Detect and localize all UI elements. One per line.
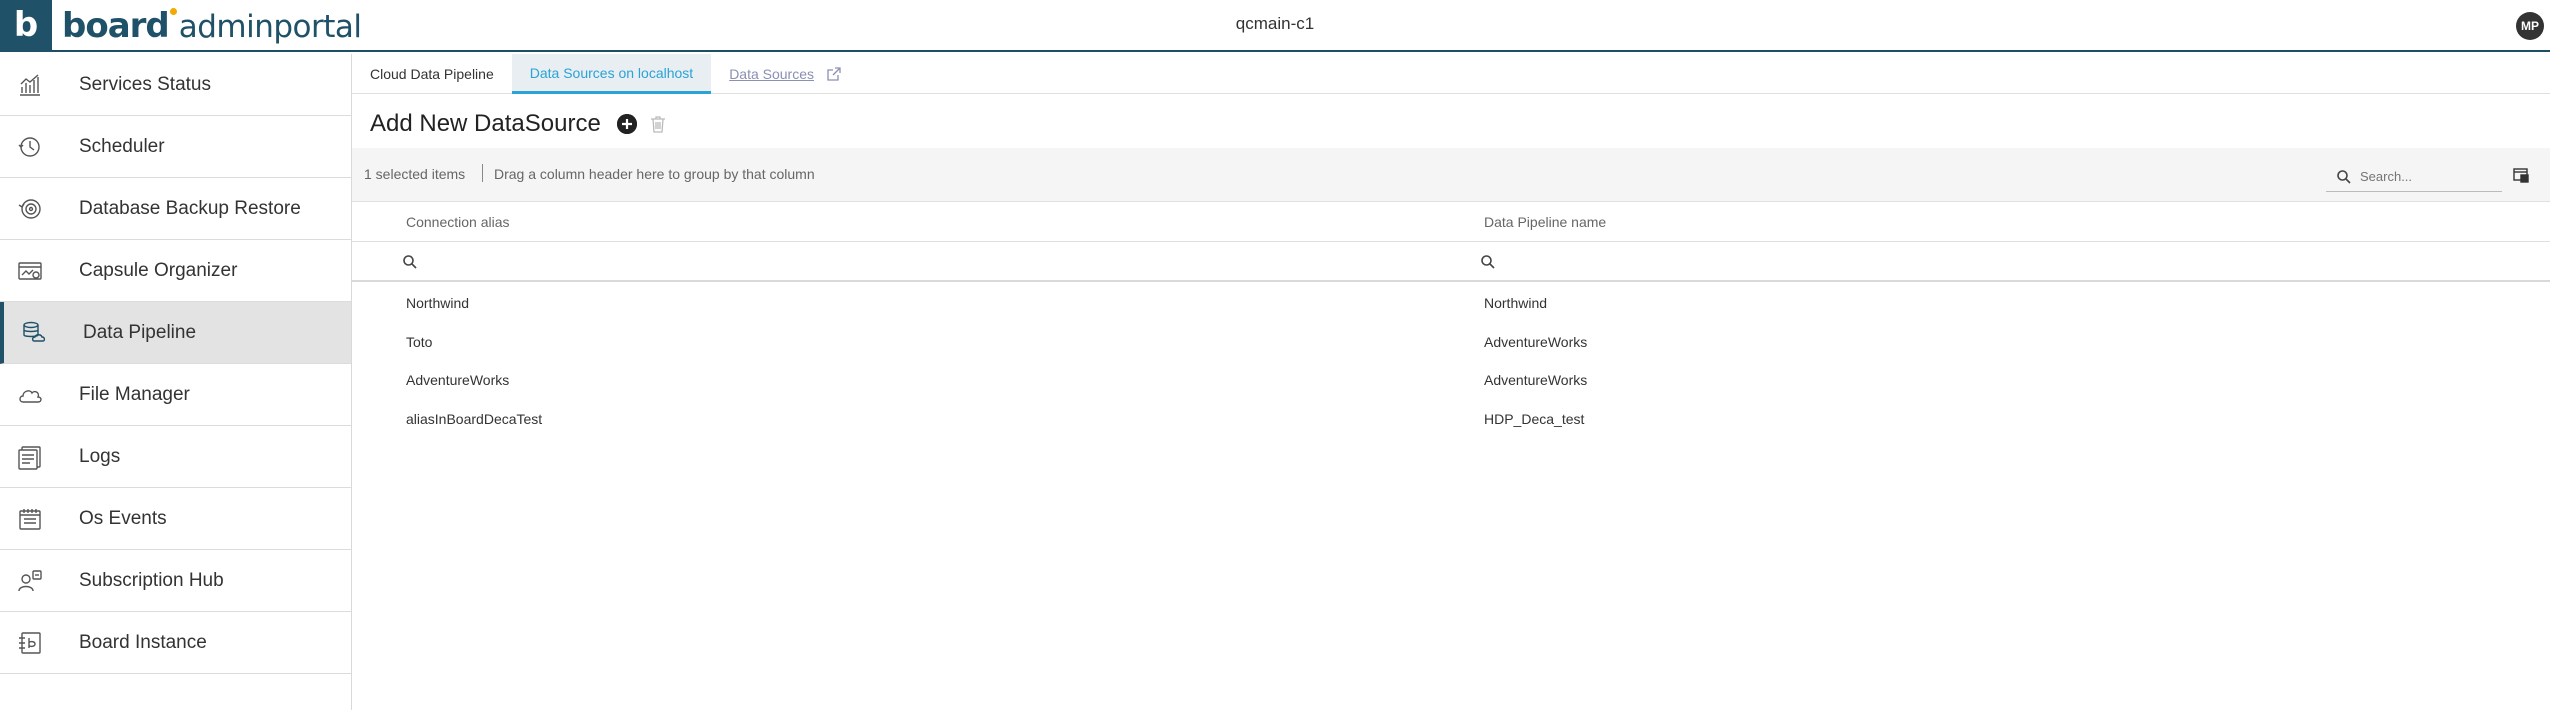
board-logo-icon[interactable]: b bbox=[0, 0, 52, 52]
table-row[interactable]: AdventureWorks AdventureWorks bbox=[352, 361, 2550, 400]
search-icon bbox=[2337, 169, 2351, 184]
grid-search bbox=[2326, 162, 2502, 192]
sidebar-item-data-pipeline[interactable]: Data Pipeline bbox=[0, 302, 351, 364]
delete-button[interactable] bbox=[649, 114, 667, 134]
cell-connection-alias: Northwind bbox=[406, 295, 470, 311]
divider bbox=[482, 164, 483, 182]
brand-logo[interactable]: board adminportal bbox=[62, 6, 362, 46]
cell-data-pipeline-name: HDP_Deca_test bbox=[1484, 410, 1585, 427]
column-chooser-icon bbox=[2513, 168, 2529, 183]
table-row[interactable]: Northwind Northwind bbox=[352, 284, 2550, 323]
clock-icon bbox=[16, 133, 44, 161]
selected-count: 1 selected items bbox=[364, 166, 466, 182]
column-header-row: Connection alias Data Pipeline name bbox=[352, 202, 2550, 242]
sidebar-item-capsule-organizer[interactable]: Capsule Organizer bbox=[0, 240, 351, 302]
filter-input-connection-alias[interactable] bbox=[424, 254, 1324, 270]
cell-connection-alias: AdventureWorks bbox=[406, 372, 510, 388]
plus-icon bbox=[616, 114, 637, 134]
tab-data-sources-localhost[interactable]: Data Sources on localhost bbox=[511, 54, 712, 94]
column-chooser-button[interactable] bbox=[2512, 166, 2530, 184]
brand-dot-icon bbox=[169, 8, 177, 15]
sidebar-item-logs[interactable]: Logs bbox=[0, 426, 351, 488]
sidebar-item-services-status[interactable]: Services Status bbox=[0, 54, 351, 116]
column-header-data-pipeline-name[interactable]: Data Pipeline name bbox=[1484, 214, 1606, 230]
sidebar-item-subscription-hub[interactable]: Subscription Hub bbox=[0, 550, 351, 612]
cell-data-pipeline-name: AdventureWorks bbox=[1484, 333, 1588, 350]
filter-row bbox=[352, 242, 2550, 282]
main-content: Cloud Data Pipeline Data Sources on loca… bbox=[352, 54, 2550, 710]
tab-data-sources-external[interactable]: Data Sources bbox=[711, 54, 860, 94]
search-input[interactable] bbox=[2360, 169, 2500, 184]
cell-connection-alias: aliasInBoardDecaTest bbox=[406, 410, 543, 427]
add-datasource-button[interactable] bbox=[616, 114, 637, 134]
grid-rows: Northwind Northwind Toto AdventureWorks … bbox=[352, 284, 2550, 438]
external-link-icon bbox=[827, 67, 841, 81]
group-panel: 1 selected items Drag a column header he… bbox=[352, 148, 2550, 202]
tab-cloud-data-pipeline[interactable]: Cloud Data Pipeline bbox=[352, 54, 512, 94]
cell-connection-alias: Toto bbox=[406, 333, 433, 350]
trash-icon bbox=[650, 116, 665, 133]
brand-light: adminportal bbox=[178, 9, 362, 45]
sidebar-item-board-instance[interactable]: Board Instance bbox=[0, 612, 351, 674]
sidebar-item-scheduler[interactable]: Scheduler bbox=[0, 116, 351, 178]
capsule-icon bbox=[16, 257, 44, 285]
group-hint: Drag a column header here to group by th… bbox=[494, 166, 815, 182]
logs-icon bbox=[16, 443, 44, 471]
sidebar-item-database-backup-restore[interactable]: Database Backup Restore bbox=[0, 178, 351, 240]
calendar-icon bbox=[16, 505, 44, 533]
cell-data-pipeline-name: Northwind bbox=[1484, 295, 1548, 311]
search-icon bbox=[1481, 255, 1495, 269]
filter-input-data-pipeline-name[interactable] bbox=[1502, 254, 2402, 270]
filter-cell-data-pipeline-name bbox=[1480, 246, 2402, 278]
sidebar-item-os-events[interactable]: Os Events bbox=[0, 488, 351, 550]
brand-bold: board bbox=[62, 6, 170, 46]
bar-chart-icon bbox=[16, 71, 44, 99]
sidebar-item-file-manager[interactable]: File Manager bbox=[0, 364, 351, 426]
board-instance-icon bbox=[16, 629, 44, 657]
backup-icon bbox=[16, 195, 44, 223]
cell-data-pipeline-name: AdventureWorks bbox=[1484, 372, 1588, 388]
filter-cell-connection-alias bbox=[402, 246, 1324, 278]
sidebar: Services Status Scheduler Database Backu… bbox=[0, 54, 352, 710]
page-title: Add New DataSource bbox=[370, 110, 601, 137]
instance-name: qcmain-c1 bbox=[1235, 14, 1315, 33]
search-icon bbox=[403, 255, 417, 269]
top-header: b board adminportal qcmain-c1 MP bbox=[0, 0, 2550, 52]
database-cloud-icon bbox=[20, 319, 48, 347]
title-row: Add New DataSource bbox=[370, 104, 667, 144]
table-row[interactable]: Toto AdventureWorks bbox=[352, 323, 2550, 362]
tab-bar: Cloud Data Pipeline Data Sources on loca… bbox=[352, 54, 2550, 94]
subscription-icon bbox=[16, 567, 44, 595]
avatar[interactable]: MP bbox=[2516, 12, 2544, 40]
cloud-icon bbox=[16, 381, 44, 409]
table-row[interactable]: aliasInBoardDecaTest HDP_Deca_test bbox=[352, 400, 2550, 439]
column-header-connection-alias[interactable]: Connection alias bbox=[406, 214, 510, 230]
